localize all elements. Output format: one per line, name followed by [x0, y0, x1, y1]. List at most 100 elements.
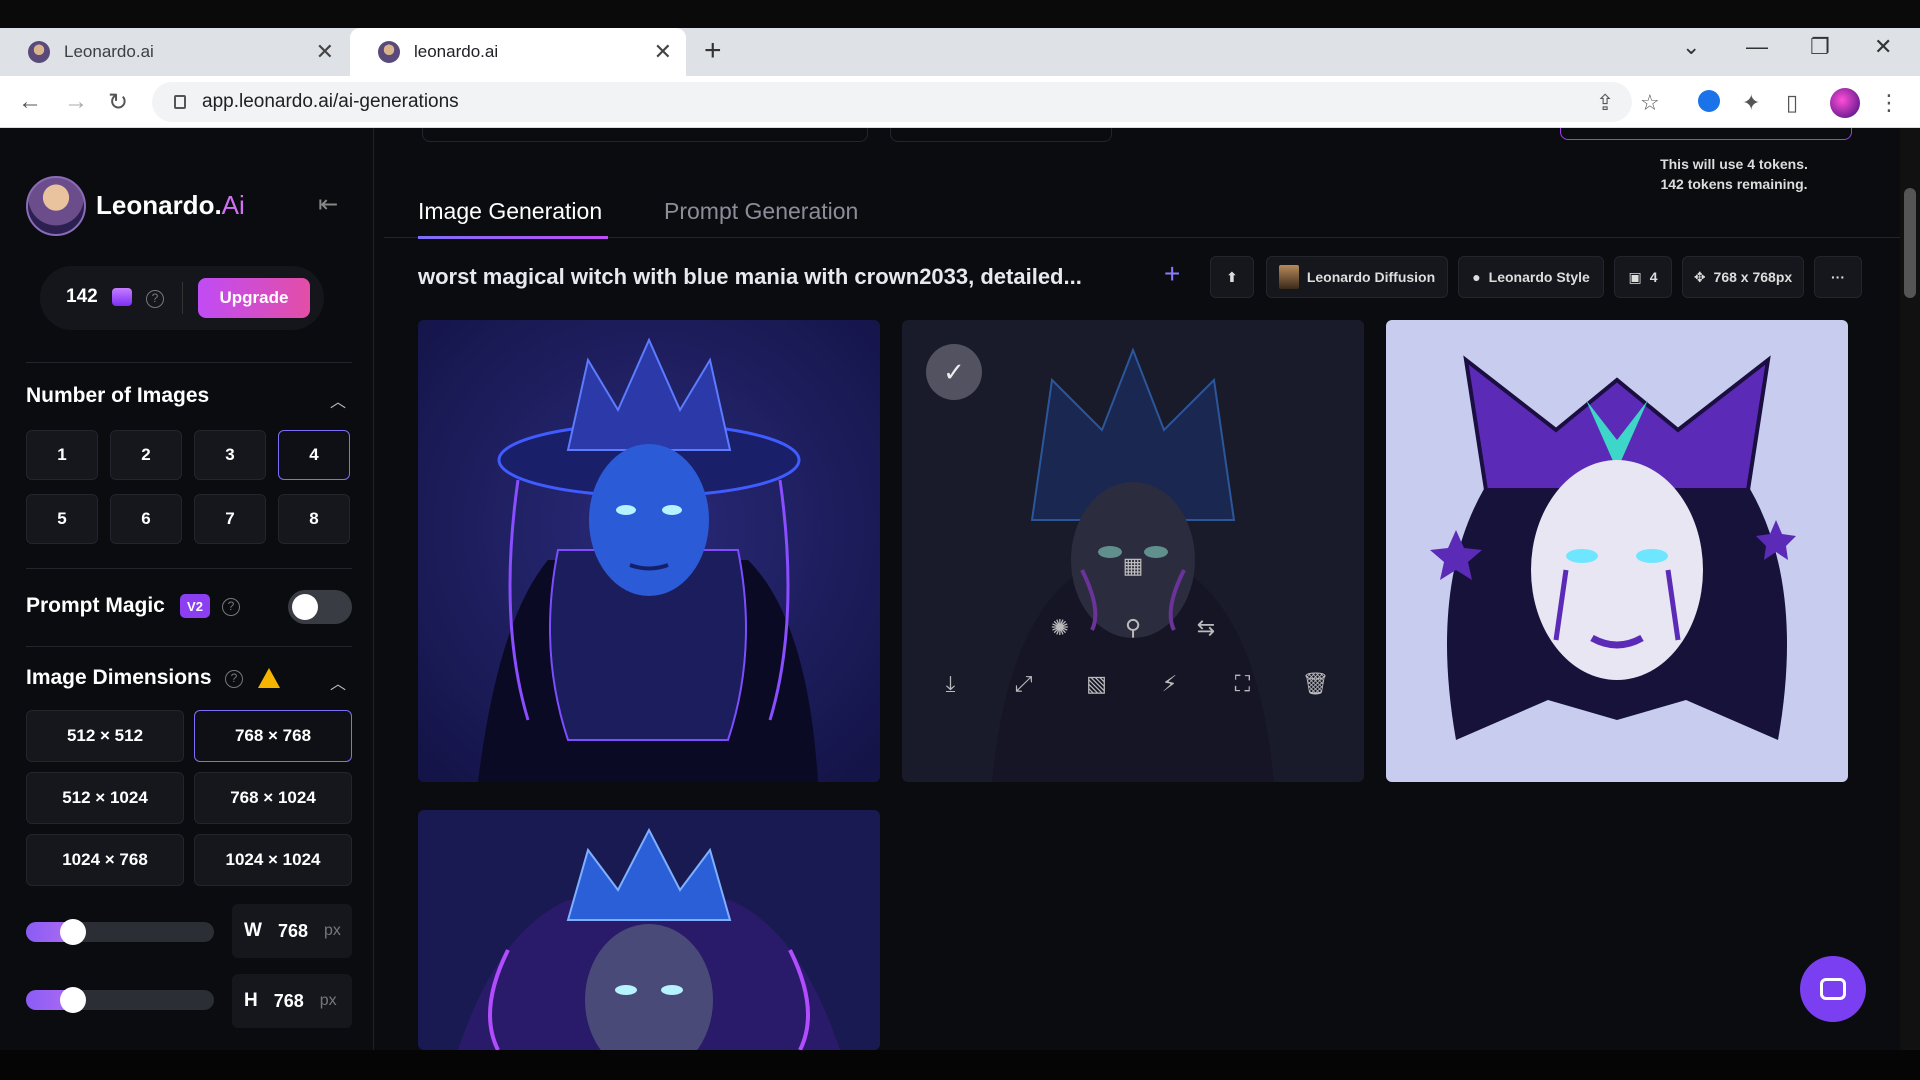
more-options-button[interactable]: ···: [1814, 256, 1862, 298]
dimension-768x768[interactable]: 768 × 768: [194, 710, 352, 762]
generate-button-partial[interactable]: [1560, 128, 1852, 140]
window-close-icon[interactable]: ✕: [1874, 34, 1892, 60]
extensions-icon[interactable]: ✦: [1742, 90, 1760, 116]
minimize-icon[interactable]: —: [1746, 34, 1768, 60]
expand-icon[interactable]: ⤢: [987, 658, 1060, 710]
number-option-4[interactable]: 4: [278, 430, 350, 480]
app-root: Leonardo.Ai ⇤ 142 ? Upgrade Number of Im…: [0, 128, 1920, 1050]
generation-prompt: worst magical witch with blue mania with…: [418, 264, 1082, 289]
chevron-up-icon[interactable]: ︿: [330, 388, 346, 412]
bookmark-star-icon[interactable]: ☆: [1640, 90, 1660, 116]
generated-image-3[interactable]: [1386, 320, 1848, 782]
close-tab-icon[interactable]: ✕: [654, 39, 672, 65]
number-option-1[interactable]: 1: [26, 430, 98, 480]
image-count-chip[interactable]: ▣ 4: [1614, 256, 1672, 298]
dimension-512x1024[interactable]: 512 × 1024: [26, 772, 184, 824]
number-option-6[interactable]: 6: [110, 494, 182, 544]
dimension-1024x768[interactable]: 1024 × 768: [26, 834, 184, 886]
select-check-icon[interactable]: ✓: [926, 344, 982, 400]
model-select-partial[interactable]: [422, 128, 868, 142]
sidebar: Leonardo.Ai ⇤ 142 ? Upgrade Number of Im…: [0, 128, 374, 1050]
separator: [182, 282, 183, 314]
settings-sun-icon[interactable]: ✺: [1024, 602, 1097, 654]
extension-icon[interactable]: [1698, 90, 1720, 112]
side-panel-icon[interactable]: ▯: [1786, 90, 1798, 116]
tab-search-icon[interactable]: ⌄: [1682, 34, 1700, 60]
forward-icon[interactable]: →: [64, 88, 88, 116]
number-of-images-title: Number of Images: [26, 384, 210, 407]
new-tab-icon[interactable]: +: [704, 36, 722, 66]
style-chip[interactable]: ● Leonardo Style: [1458, 256, 1604, 298]
crop-icon[interactable]: ⛶: [1206, 658, 1279, 710]
variation-icon[interactable]: ⚲: [1097, 602, 1170, 654]
address-bar[interactable]: app.leonardo.ai/ai-generations: [152, 82, 1632, 122]
height-input[interactable]: H 768 px: [232, 974, 352, 1028]
brand-main: Leonardo.: [96, 190, 222, 220]
top-control-partial[interactable]: [890, 128, 1112, 142]
qr-icon[interactable]: ▦: [1097, 540, 1170, 592]
profile-avatar[interactable]: [1830, 88, 1860, 118]
browser-tab-2[interactable]: leonardo.ai ✕: [350, 28, 686, 76]
slider-thumb[interactable]: [60, 919, 86, 945]
collapse-sidebar-icon[interactable]: ⇤: [318, 190, 338, 219]
swap-icon[interactable]: ⇆: [1170, 602, 1243, 654]
leonardo-logo: [26, 176, 86, 236]
number-option-5[interactable]: 5: [26, 494, 98, 544]
leonardo-favicon-icon: [378, 41, 400, 63]
chevron-up-icon[interactable]: ︿: [330, 670, 346, 694]
scrollbar-thumb[interactable]: [1904, 188, 1916, 298]
model-chip-label: Leonardo Diffusion: [1306, 269, 1436, 285]
generated-image-4[interactable]: [418, 810, 880, 1050]
prompt-magic-title: Prompt Magic: [26, 594, 165, 617]
token-balance: 142 ? Upgrade: [40, 266, 324, 330]
toggle-knob: [292, 594, 318, 620]
number-option-3[interactable]: 3: [194, 430, 266, 480]
help-icon[interactable]: ?: [222, 598, 240, 616]
upgrade-button[interactable]: Upgrade: [198, 278, 310, 318]
generated-image-1[interactable]: [418, 320, 880, 782]
dimension-512x512[interactable]: 512 × 512: [26, 710, 184, 762]
height-slider[interactable]: [26, 987, 214, 1013]
upscale-icon[interactable]: ⚡: [1133, 658, 1206, 710]
model-chip[interactable]: Leonardo Diffusion: [1266, 256, 1448, 298]
back-icon[interactable]: ←: [18, 88, 42, 116]
reload-icon[interactable]: ↻: [108, 88, 128, 117]
width-input[interactable]: W 768 px: [232, 904, 352, 958]
image-tools-middle: ✺ ⚲ ⇆: [902, 602, 1364, 654]
remove-background-icon[interactable]: ▧: [1060, 658, 1133, 710]
prompt-magic-toggle[interactable]: [288, 590, 352, 624]
number-option-2[interactable]: 2: [110, 430, 182, 480]
chat-support-button[interactable]: [1800, 956, 1866, 1022]
number-option-8[interactable]: 8: [278, 494, 350, 544]
witch-portrait-image: [418, 810, 880, 1050]
help-icon[interactable]: ?: [225, 670, 243, 688]
more-icon: ···: [1831, 269, 1845, 285]
add-icon[interactable]: +: [1164, 258, 1180, 290]
download-icon[interactable]: ⤓: [914, 658, 987, 710]
close-tab-icon[interactable]: ✕: [316, 39, 334, 65]
size-chip[interactable]: ✥ 768 x 768px: [1682, 256, 1804, 298]
share-icon[interactable]: ⇪: [1596, 90, 1614, 116]
delete-icon[interactable]: 🗑: [1279, 658, 1352, 710]
dimension-768x1024[interactable]: 768 × 1024: [194, 772, 352, 824]
width-slider[interactable]: [26, 919, 214, 945]
divider: [26, 362, 352, 363]
tab-prompt-generation[interactable]: Prompt Generation: [664, 198, 858, 225]
number-option-7[interactable]: 7: [194, 494, 266, 544]
help-icon[interactable]: ?: [146, 290, 164, 308]
dimension-1024x1024[interactable]: 1024 × 1024: [194, 834, 352, 886]
warning-icon: [258, 668, 280, 688]
restore-icon[interactable]: ❐: [1810, 34, 1830, 60]
browser-tab-1[interactable]: Leonardo.ai ✕: [0, 28, 348, 76]
prompt-magic-version-badge: V2: [180, 594, 210, 618]
page-scrollbar[interactable]: [1900, 128, 1920, 1050]
brand-name: Leonardo.Ai: [96, 190, 245, 221]
upload-arrow-button[interactable]: ⬆: [1210, 256, 1254, 298]
image-count-label: 4: [1649, 269, 1658, 285]
tab-image-generation[interactable]: Image Generation: [418, 198, 602, 225]
drop-icon: ●: [1472, 269, 1481, 285]
slider-thumb[interactable]: [60, 987, 86, 1013]
browser-menu-icon[interactable]: ⋮: [1878, 90, 1900, 116]
style-chip-label: Leonardo Style: [1488, 269, 1590, 285]
generated-image-2[interactable]: ✓ ▦ ✺ ⚲ ⇆ ⤓ ⤢ ▧ ⚡ ⛶ 🗑: [902, 320, 1364, 782]
